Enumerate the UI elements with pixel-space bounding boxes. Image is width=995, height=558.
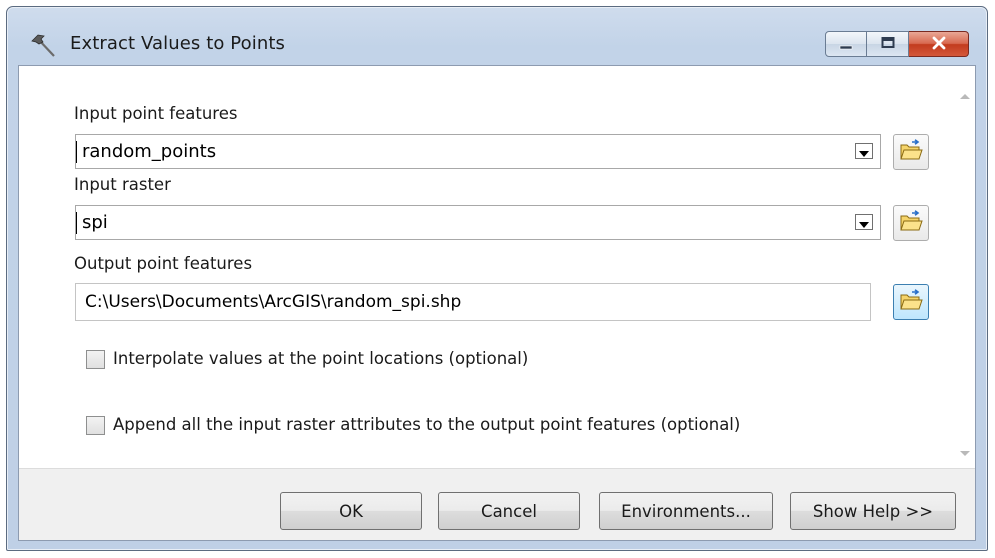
append-attributes-checkbox[interactable] bbox=[86, 416, 105, 435]
show-help-button[interactable]: Show Help >> bbox=[790, 492, 956, 530]
input-point-features-value: random_points bbox=[82, 141, 217, 162]
dialog-client: Input point features random_points Input… bbox=[18, 65, 976, 541]
dropdown-button[interactable] bbox=[855, 143, 873, 159]
parameters-panel: Input point features random_points Input… bbox=[19, 66, 975, 469]
scroll-up-icon[interactable] bbox=[960, 94, 970, 99]
dropdown-button[interactable] bbox=[855, 214, 873, 230]
maximize-icon bbox=[880, 35, 896, 54]
interpolate-checkbox[interactable] bbox=[86, 350, 105, 369]
interpolate-label[interactable]: Interpolate values at the point location… bbox=[113, 349, 528, 368]
environments-button[interactable]: Environments... bbox=[599, 492, 773, 530]
chevron-down-icon bbox=[859, 213, 869, 232]
window-title: Extract Values to Points bbox=[70, 33, 285, 54]
output-point-features-input[interactable]: C:\Users\Documents\ArcGIS\random_spi.shp bbox=[75, 283, 871, 321]
input-point-features-browse-button[interactable] bbox=[893, 134, 929, 170]
folder-open-icon bbox=[899, 139, 923, 165]
vertical-scrollbar[interactable] bbox=[955, 66, 975, 468]
caption-buttons bbox=[825, 31, 969, 59]
input-raster-value: spi bbox=[82, 212, 108, 233]
input-raster-combo[interactable]: spi bbox=[75, 205, 881, 240]
input-raster-label: Input raster bbox=[74, 175, 171, 194]
input-point-features-label: Input point features bbox=[74, 104, 238, 123]
chevron-down-icon bbox=[859, 142, 869, 161]
output-point-features-label: Output point features bbox=[74, 254, 253, 273]
output-point-features-browse-button[interactable] bbox=[893, 284, 929, 320]
title-bar[interactable]: Extract Values to Points bbox=[7, 7, 987, 65]
minimize-button[interactable] bbox=[825, 31, 867, 57]
minimize-icon bbox=[838, 35, 854, 54]
dialog-window: Extract Values to Points Input point fea… bbox=[6, 6, 988, 551]
output-point-features-value: C:\Users\Documents\ArcGIS\random_spi.shp bbox=[85, 292, 462, 312]
text-caret bbox=[76, 141, 77, 163]
text-caret bbox=[76, 212, 77, 234]
close-icon bbox=[931, 35, 947, 54]
ok-button[interactable]: OK bbox=[280, 492, 422, 530]
hammer-icon bbox=[29, 31, 59, 61]
folder-open-icon bbox=[899, 210, 923, 236]
input-raster-browse-button[interactable] bbox=[893, 205, 929, 241]
maximize-button[interactable] bbox=[867, 31, 909, 57]
close-button[interactable] bbox=[909, 31, 969, 57]
input-point-features-combo[interactable]: random_points bbox=[75, 134, 881, 169]
append-attributes-label[interactable]: Append all the input raster attributes t… bbox=[113, 415, 740, 434]
cancel-button[interactable]: Cancel bbox=[438, 492, 580, 530]
folder-open-icon bbox=[899, 289, 923, 315]
scroll-down-icon[interactable] bbox=[960, 451, 970, 456]
